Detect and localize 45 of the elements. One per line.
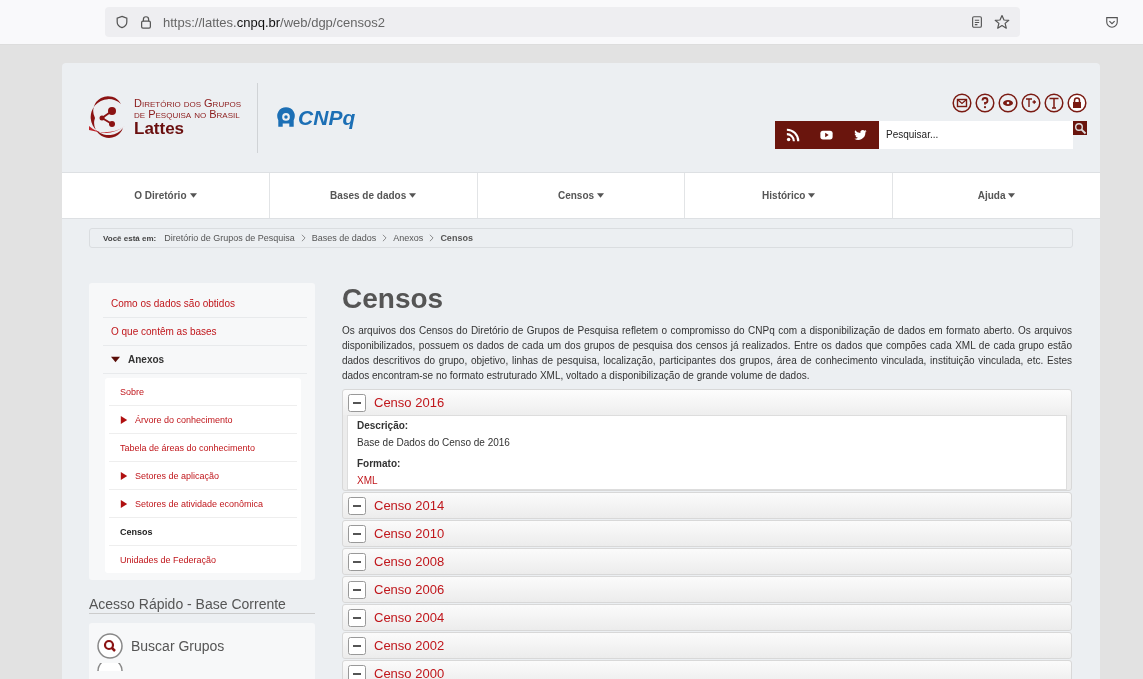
census-title[interactable]: Censo 2006: [374, 582, 445, 597]
search-field[interactable]: Pesquisar...: [879, 120, 1073, 149]
accordion-header[interactable]: Censo 2010: [343, 521, 1071, 546]
intro-paragraph: Os arquivos dos Censos do Diretório de Grupos de Pesquisa refletem o compromisso do CNPq com a disponibilização de dados em formato aberto. Os arquivos disponibilizados, possuem os dados de cada um dos grupos de pesquisa dos censos já realizados. Entre os dados que compões cada XML de cada grupo estão dados descritivos do grupo, objetivo, linhas de pesquisa, localização, participantes dos grupos, área de conhecimento vinculada, instituição vinculada, etc. Estes dados encontram-se no formato estruturado XML, voltado a disponibilização de grande volume de dados.: [342, 324, 1072, 383]
census-title[interactable]: Censo 2002: [374, 638, 445, 653]
breadcrumb-link[interactable]: Bases de dados: [311, 233, 377, 243]
submenu-link[interactable]: Unidades de Federação: [120, 554, 217, 565]
url-text: https://lattes.cnpq.br/web/dgp/censos2: [163, 14, 385, 30]
accordion-header[interactable]: Censo 2014: [343, 493, 1071, 518]
sidebar-link[interactable]: O que contêm as bases: [111, 326, 217, 337]
census-title[interactable]: Censo 2008: [374, 554, 445, 569]
breadcrumb-link[interactable]: Anexos: [393, 233, 424, 243]
section-heading: Acesso Rápido - Base Corrente: [89, 596, 315, 614]
logo-subtitle: Diretório dos Grupos de Pesquisa no Brasil: [134, 97, 242, 120]
accordion-header[interactable]: Censo 2000: [343, 661, 1071, 679]
census-title[interactable]: Censo 2000: [374, 666, 445, 679]
census-title[interactable]: Censo 2016: [374, 395, 445, 410]
address-bar[interactable]: https://lattes.cnpq.br/web/dgp/censos2: [105, 7, 1020, 37]
field-label: Formato:: [357, 458, 402, 469]
sidebar-link[interactable]: Anexos: [128, 354, 165, 365]
accordion-header[interactable]: Censo 2008: [343, 549, 1071, 574]
breadcrumb-link[interactable]: Censos: [440, 233, 473, 243]
accordion-header[interactable]: Censo 2004: [343, 605, 1071, 630]
census-title[interactable]: Censo 2010: [374, 526, 445, 541]
census-title[interactable]: Censo 2014: [374, 498, 445, 513]
submenu-link[interactable]: Sobre: [120, 386, 145, 397]
page-title: Censos: [342, 283, 445, 315]
accordion-header[interactable]: Censo 2016: [343, 390, 1071, 415]
field-value: Base de Dados do Censo de 2016: [357, 437, 511, 448]
sidebar-link[interactable]: Como os dados são obtidos: [111, 298, 235, 309]
quick-access-link[interactable]: Buscar Grupos: [131, 638, 225, 654]
breadcrumb-label: Você está em:: [103, 233, 157, 243]
accordion-header[interactable]: Censo 2002: [343, 633, 1071, 658]
field-label: Descrição:: [357, 420, 410, 431]
download-link[interactable]: XML: [357, 475, 1057, 486]
submenu-link[interactable]: Setores de aplicação: [135, 470, 220, 481]
accordion-header[interactable]: Censo 2006: [343, 577, 1071, 602]
partner-logo-text: CNPq: [298, 105, 356, 130]
submenu-link[interactable]: Tabela de áreas do conhecimento: [120, 442, 256, 453]
submenu-link[interactable]: Censos: [120, 526, 153, 537]
census-title[interactable]: Censo 2004: [374, 610, 445, 625]
breadcrumb-link[interactable]: Diretório de Grupos de Pesquisa: [164, 233, 295, 243]
submenu-link[interactable]: Setores de atividade econômica: [135, 498, 264, 509]
submenu-link[interactable]: Árvore do conhecimento: [135, 414, 233, 425]
logo-title: Lattes: [134, 119, 185, 138]
